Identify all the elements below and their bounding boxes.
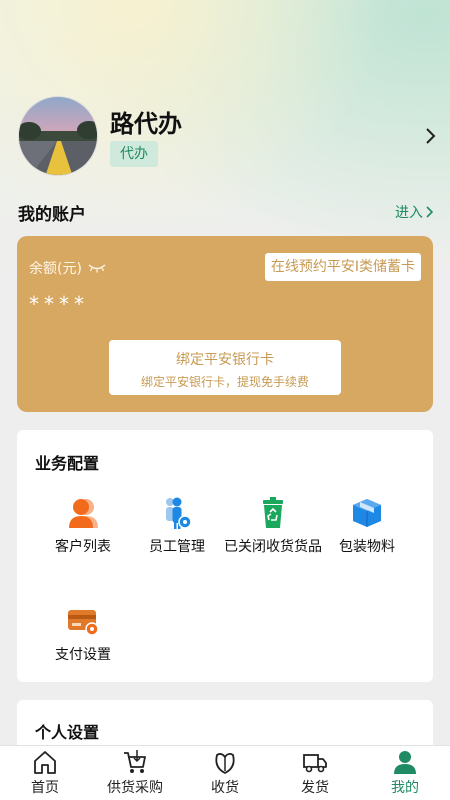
bind-subtitle: 绑定平安银行卡，提现免手续费	[140, 375, 309, 389]
account-header: 我的账户 进入	[18, 200, 434, 226]
truck-icon	[303, 754, 327, 773]
home-icon	[34, 751, 56, 774]
customer-list-item[interactable]: 客户列表	[31, 496, 135, 557]
customer-list-icon	[69, 499, 98, 528]
tab-mine[interactable]: 我的	[360, 746, 450, 800]
business-config-title: 业务配置	[35, 454, 100, 473]
packaging-label: 包装物料	[339, 539, 395, 555]
bank-card-reserve-button[interactable]: 在线预约平安I类储蓄卡	[264, 253, 421, 281]
eye-closed-icon[interactable]	[88, 263, 106, 273]
balance-value: ****	[29, 292, 89, 316]
tab-home[interactable]: 首页	[0, 746, 90, 800]
tab-ship[interactable]: 发货	[270, 746, 360, 800]
balance-card: 余额(元) 在线预约平安I类储蓄卡 **** 绑定平安银行卡 绑定平安银行卡，提…	[17, 236, 433, 412]
staff-management-label: 员工管理	[149, 539, 205, 555]
tab-label: 供货采购	[107, 780, 163, 796]
tab-purchase[interactable]: 供货采购	[90, 746, 180, 800]
staff-management-icon	[166, 497, 192, 529]
personal-settings-title: 个人设置	[35, 723, 100, 742]
closed-goods-label: 已关闭收货货品	[224, 539, 322, 555]
receive-icon	[215, 753, 235, 775]
tab-receive[interactable]: 收货	[180, 746, 270, 800]
closed-goods-item[interactable]: 已关闭收货货品	[221, 496, 325, 557]
bind-bank-card-button[interactable]: 绑定平安银行卡 绑定平安银行卡，提现免手续费	[109, 340, 341, 395]
payment-settings-label: 支付设置	[55, 647, 111, 663]
chevron-right-icon	[426, 206, 434, 218]
cart-icon	[124, 750, 146, 773]
recycle-bin-icon	[263, 497, 283, 528]
account-title: 我的账户	[18, 205, 86, 225]
balance-label-row: 余额(元)	[29, 258, 106, 278]
avatar[interactable]	[18, 96, 98, 176]
enter-label: 进入	[395, 205, 423, 221]
business-config-panel: 业务配置 客户列表 员工管理 已关闭收货货品 包装物料 支付设置	[17, 430, 433, 682]
tab-label: 首页	[31, 780, 59, 796]
balance-label: 余额(元)	[29, 261, 82, 277]
tab-label: 收货	[211, 780, 239, 796]
payment-card-icon	[68, 610, 99, 636]
tab-label: 我的	[391, 780, 419, 796]
package-box-icon	[353, 499, 381, 527]
bind-title: 绑定平安银行卡	[176, 352, 274, 368]
bottom-tab-bar: 首页 供货采购 收货 发货 我的	[0, 745, 450, 800]
profile-name: 路代办	[110, 110, 182, 138]
payment-settings-item[interactable]: 支付设置	[31, 604, 135, 665]
role-badge: 代办	[110, 141, 158, 167]
packaging-item[interactable]: 包装物料	[315, 496, 419, 557]
profile-section[interactable]: 路代办 代办	[18, 96, 438, 180]
tab-label: 发货	[301, 780, 329, 796]
enter-account-link[interactable]: 进入	[395, 202, 434, 222]
customer-list-label: 客户列表	[55, 539, 111, 555]
chevron-right-icon[interactable]	[422, 126, 438, 146]
user-icon	[394, 751, 416, 774]
staff-management-item[interactable]: 员工管理	[125, 496, 229, 557]
